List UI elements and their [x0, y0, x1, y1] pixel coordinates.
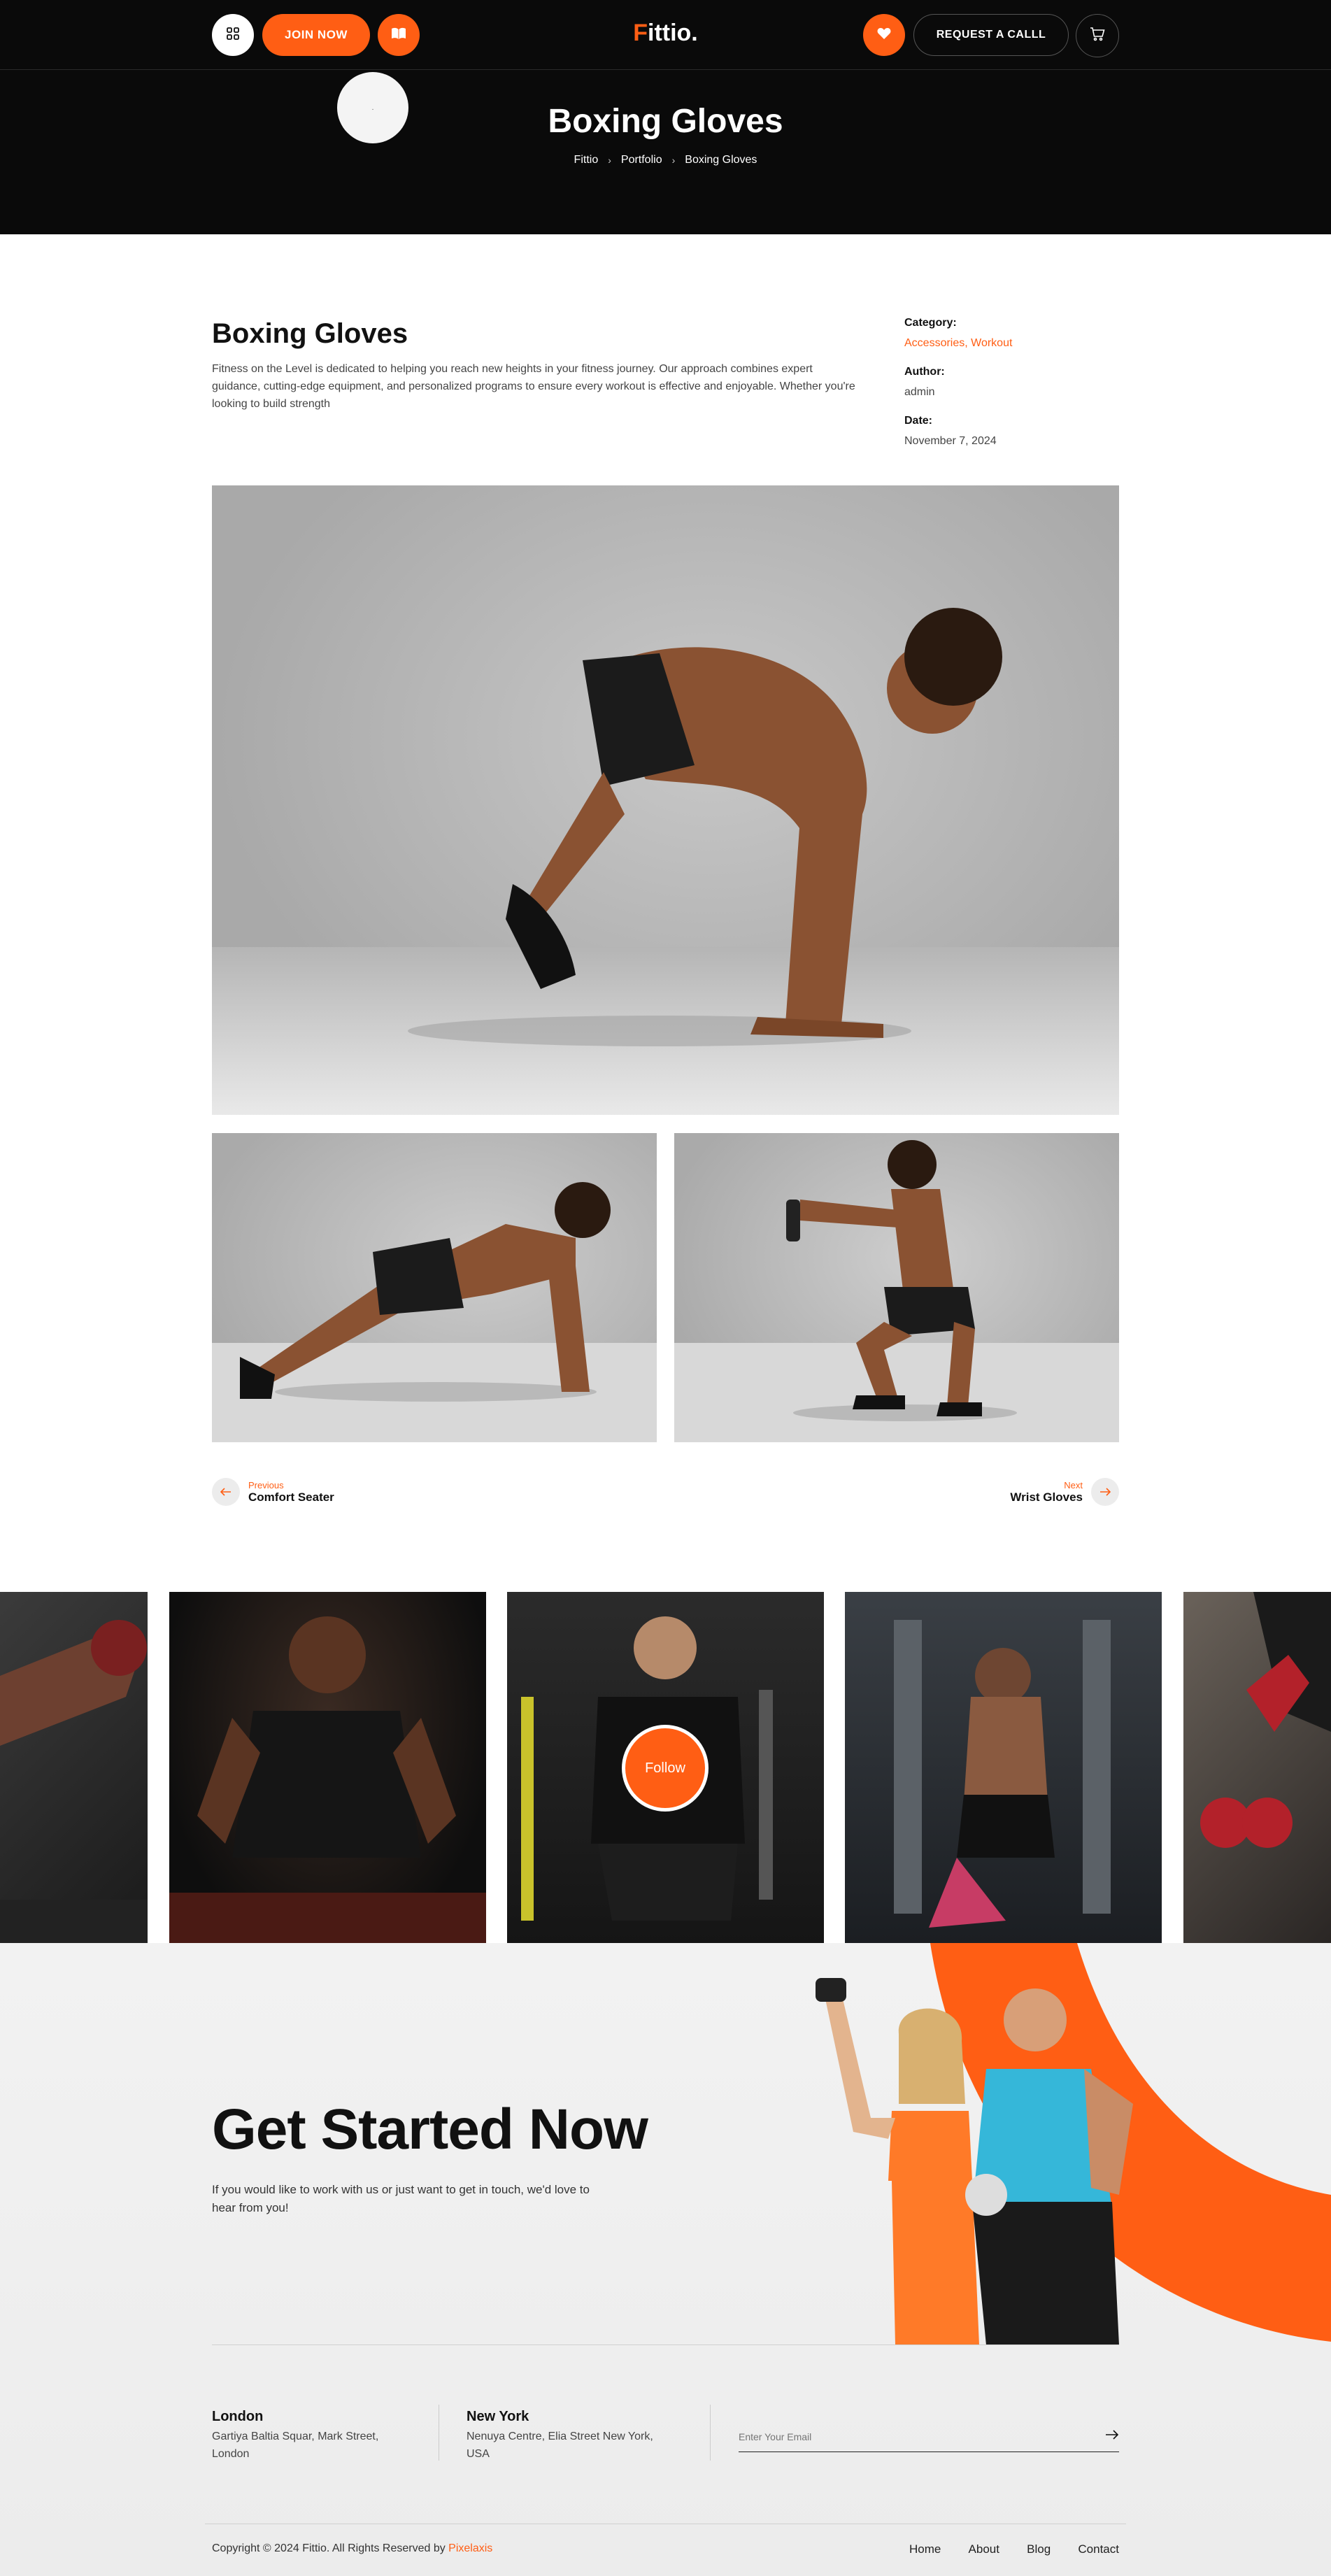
follow-label: Follow — [645, 1760, 685, 1776]
footer-divider-top — [212, 2344, 1119, 2345]
next-title: Wrist Gloves — [1010, 1490, 1083, 1504]
trainers-image — [816, 1978, 1133, 2345]
cta-text: If you would like to work with us or jus… — [212, 2183, 590, 2214]
cart-button[interactable] — [1076, 14, 1119, 57]
footer-nav: Home About Blog Contact — [909, 2542, 1119, 2556]
request-call-button[interactable]: REQUEST A CALLL — [913, 14, 1069, 56]
footer-link-about[interactable]: About — [969, 2542, 999, 2556]
copyright-brand-link[interactable]: Pixelaxis — [448, 2542, 492, 2554]
project-image-pushup — [212, 1133, 657, 1442]
next-project-link[interactable]: Next Wrist Gloves — [1010, 1478, 1119, 1506]
breadcrumb-item-current: Boxing Gloves — [685, 154, 757, 166]
office-address-new-york: Nenuya Centre, Elia Street New York, USA — [467, 2431, 653, 2460]
main-project-image — [212, 485, 1119, 1115]
author-value: admin — [904, 386, 935, 398]
email-input[interactable] — [739, 2431, 1060, 2442]
project-description: Fitness on the Level is dedicated to hel… — [212, 363, 855, 410]
page-title: Boxing Gloves — [548, 103, 783, 140]
arrow-right-icon — [1091, 1478, 1119, 1506]
date-label: Date: — [904, 415, 933, 427]
get-started-section: Get Started Now If you would like to wor… — [0, 1943, 1331, 2576]
next-label: Next — [1064, 1479, 1083, 1490]
office-city-london: London — [212, 2409, 264, 2424]
office-address-london: Gartiya Baltia Squar, Mark Street, Londo… — [212, 2431, 379, 2460]
footer-link-home[interactable]: Home — [909, 2542, 941, 2556]
previous-project-link[interactable]: Previous Comfort Seater — [212, 1478, 334, 1506]
arrow-left-icon — [212, 1478, 240, 1506]
wishlist-button[interactable] — [863, 14, 905, 56]
gallery-image-4[interactable] — [845, 1592, 1162, 1943]
gallery-image-1[interactable] — [0, 1592, 148, 1943]
office-city-new-york: New York — [467, 2409, 529, 2424]
cart-icon — [1090, 27, 1105, 45]
page-hero: JOIN NOW Fittio. REQUEST A CALLL . Boxin… — [0, 0, 1331, 234]
breadcrumb-item-portfolio[interactable]: Portfolio — [621, 154, 662, 166]
project-image-squat — [674, 1133, 1119, 1442]
cta-title: Get Started Now — [212, 2098, 648, 2161]
copyright: Copyright © 2024 Fittio. All Rights Rese… — [212, 2542, 492, 2555]
logo-accent-letter: F — [633, 20, 648, 46]
date-value: November 7, 2024 — [904, 435, 997, 447]
category-label: Category: — [904, 317, 957, 329]
chevron-right-icon: › — [671, 155, 676, 166]
footer-link-blog[interactable]: Blog — [1027, 2542, 1051, 2556]
gallery-image-2[interactable] — [169, 1592, 486, 1943]
copyright-text: Copyright © 2024 Fittio. All Rights Rese… — [212, 2542, 449, 2554]
follow-button[interactable]: Follow — [622, 1725, 709, 1812]
footer-vertical-divider — [710, 2405, 711, 2461]
newsletter-form — [739, 2421, 1119, 2452]
top-navigation-bar: JOIN NOW Fittio. REQUEST A CALLL — [0, 0, 1331, 70]
breadcrumb: Fittio › Portfolio › Boxing Gloves — [0, 154, 1331, 166]
chevron-right-icon: › — [608, 155, 611, 166]
heart-icon — [877, 27, 891, 43]
footer-link-contact[interactable]: Contact — [1078, 2542, 1119, 2556]
previous-title: Comfort Seater — [248, 1490, 334, 1504]
site-logo[interactable]: Fittio. — [0, 20, 1331, 47]
previous-label: Previous — [248, 1479, 284, 1490]
submit-arrow-icon[interactable] — [1105, 2430, 1119, 2443]
gallery-image-5[interactable] — [1183, 1592, 1331, 1943]
category-value[interactable]: Accessories, Workout — [904, 337, 1012, 350]
project-title: Boxing Gloves — [212, 318, 408, 349]
author-label: Author: — [904, 366, 945, 378]
request-call-label: REQUEST A CALLL — [936, 29, 1046, 41]
logo-text: ittio. — [648, 20, 698, 46]
breadcrumb-item-home[interactable]: Fittio — [574, 154, 599, 166]
